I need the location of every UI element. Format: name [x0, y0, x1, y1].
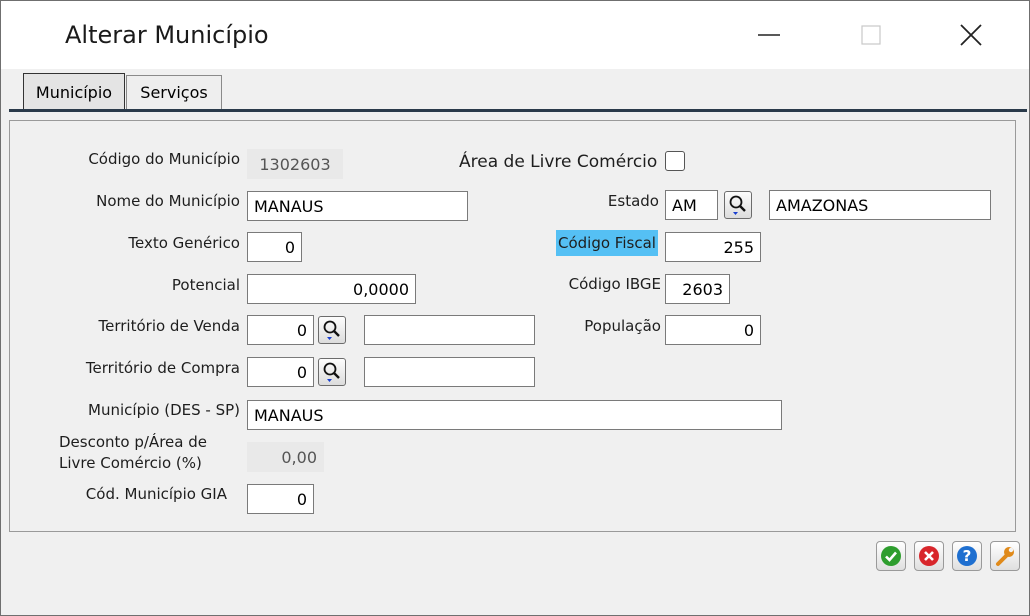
- cancel-icon: [919, 546, 939, 566]
- cancel-button[interactable]: [914, 541, 944, 571]
- estado-lookup-button[interactable]: [724, 191, 752, 219]
- texto-generico-label: Texto Genérico: [128, 234, 240, 252]
- cod-gia-label: Cód. Município GIA: [85, 485, 227, 503]
- help-button[interactable]: ?: [952, 541, 982, 571]
- livre-comercio-label: Área de Livre Comércio: [459, 152, 658, 172]
- search-icon: [323, 362, 340, 382]
- texto-generico-field[interactable]: 0: [247, 232, 302, 262]
- settings-button[interactable]: [990, 541, 1020, 571]
- search-icon: [323, 320, 340, 340]
- confirm-button[interactable]: [876, 541, 906, 571]
- minimize-icon: [758, 34, 780, 36]
- maximize-button[interactable]: [841, 9, 901, 61]
- populacao-field[interactable]: 0: [665, 315, 761, 345]
- municipio-des-sp-field[interactable]: MANAUS: [247, 400, 782, 430]
- codigo-label: Código do Município: [88, 150, 240, 168]
- territorio-compra-label: Território de Compra: [85, 359, 240, 377]
- close-icon: [960, 24, 982, 46]
- territorio-compra-desc: [364, 357, 535, 387]
- tab-municipio[interactable]: Município: [23, 73, 125, 110]
- estado-field[interactable]: AM: [665, 190, 718, 220]
- codigo-ibge-label: Código IBGE: [568, 275, 661, 293]
- svg-text:?: ?: [963, 547, 972, 565]
- minimize-button[interactable]: [739, 9, 799, 61]
- territorio-venda-label: Território de Venda: [98, 317, 240, 335]
- cod-gia-field[interactable]: 0: [247, 484, 314, 514]
- territorio-compra-field[interactable]: 0: [247, 357, 314, 387]
- window-title: Alterar Município: [65, 21, 269, 49]
- potencial-label: Potencial: [171, 276, 240, 294]
- territorio-compra-lookup-button[interactable]: [318, 358, 346, 386]
- codigo-ibge-field[interactable]: 2603: [665, 274, 730, 304]
- potencial-field[interactable]: 0,0000: [247, 274, 416, 304]
- search-icon: [729, 195, 746, 215]
- title-bar: Alterar Município: [1, 1, 1029, 69]
- codigo-fiscal-label: Código Fiscal: [556, 230, 658, 256]
- territorio-venda-field[interactable]: 0: [247, 315, 314, 345]
- populacao-label: População: [584, 317, 661, 335]
- codigo-field: 1302603: [247, 149, 343, 179]
- estado-desc: AMAZONAS: [769, 190, 991, 220]
- desconto-label: Desconto p/Área de Livre Comércio (%): [59, 432, 207, 474]
- tab-servicos[interactable]: Serviços: [126, 75, 222, 109]
- close-button[interactable]: [941, 9, 1001, 61]
- livre-comercio-checkbox[interactable]: [665, 151, 685, 171]
- desconto-field: 0,00: [247, 442, 324, 472]
- territorio-venda-lookup-button[interactable]: [318, 316, 346, 344]
- help-icon: ?: [957, 546, 977, 566]
- nome-field[interactable]: MANAUS: [247, 191, 468, 221]
- desconto-label-line1: Desconto p/Área de: [59, 433, 207, 451]
- maximize-icon: [861, 25, 881, 45]
- municipio-des-sp-label: Município (DES - SP): [88, 401, 240, 419]
- check-icon: [881, 546, 901, 566]
- estado-label: Estado: [607, 192, 659, 210]
- wrench-icon: [996, 547, 1014, 566]
- territorio-venda-desc: [364, 315, 535, 345]
- nome-label: Nome do Município: [96, 192, 240, 210]
- desconto-label-line2: Livre Comércio (%): [59, 454, 202, 472]
- tab-divider: [9, 109, 1027, 112]
- codigo-fiscal-field[interactable]: 255: [665, 232, 761, 262]
- dialog-window: Alterar Município Município Serviços Cód…: [0, 0, 1030, 616]
